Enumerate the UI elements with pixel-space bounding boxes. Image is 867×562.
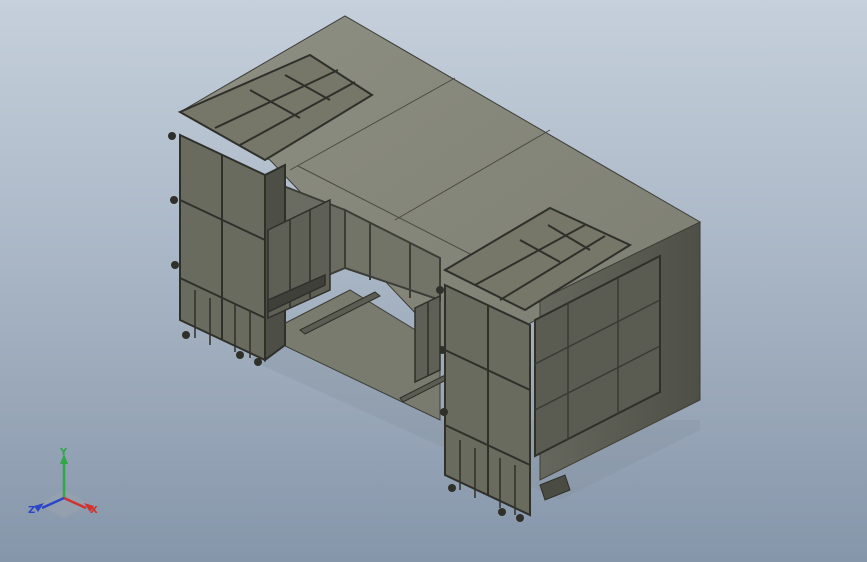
coordinate-triad[interactable]: Y X Z	[24, 446, 108, 526]
side-bracket	[414, 294, 441, 384]
y-axis-label: Y	[60, 447, 68, 458]
x-axis-label: X	[90, 505, 98, 516]
3d-model-assembly[interactable]	[0, 0, 867, 562]
z-axis-label: Z	[28, 505, 36, 516]
graphics-viewport[interactable]: Y X Z	[0, 0, 867, 562]
